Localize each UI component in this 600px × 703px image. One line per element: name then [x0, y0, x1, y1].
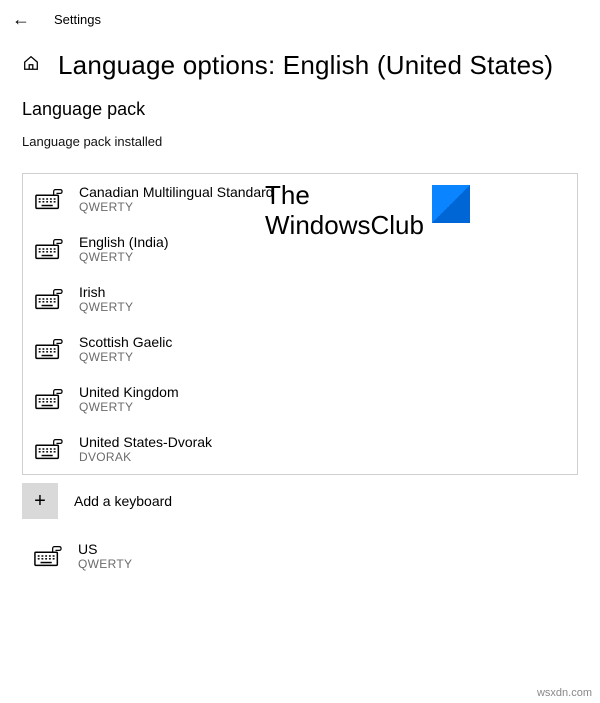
keyboard-layout: QWERTY [79, 250, 169, 264]
keyboard-name: Canadian Multilingual Standard [79, 184, 274, 200]
section-status: Language pack installed [22, 134, 578, 149]
keyboard-item[interactable]: IrishQWERTY [23, 274, 577, 324]
keyboard-layout: QWERTY [78, 557, 132, 571]
keyboard-icon [34, 545, 62, 567]
keyboard-layout: DVORAK [79, 450, 212, 464]
keyboard-item-texts: Scottish GaelicQWERTY [79, 334, 172, 364]
keyboard-layout: QWERTY [79, 200, 274, 214]
add-keyboard-label: Add a keyboard [74, 493, 172, 509]
keyboard-name: Irish [79, 284, 133, 300]
attribution-text: wsxdn.com [537, 687, 592, 699]
keyboard-item-texts: IrishQWERTY [79, 284, 133, 314]
keyboard-item[interactable]: English (India)QWERTY [23, 224, 577, 274]
keyboard-item[interactable]: Scottish GaelicQWERTY [23, 324, 577, 374]
keyboard-icon [35, 188, 63, 210]
keyboard-layout: QWERTY [79, 400, 179, 414]
keyboard-item-texts: United States-DvorakDVORAK [79, 434, 212, 464]
top-bar: ← Settings [0, 0, 600, 36]
keyboard-icon [35, 388, 63, 410]
extra-keyboard-item[interactable]: US QWERTY [22, 521, 578, 581]
keyboard-icon [35, 338, 63, 360]
app-title: Settings [54, 12, 101, 27]
add-keyboard-button[interactable]: + [22, 483, 58, 519]
keyboard-item[interactable]: Canadian Multilingual StandardQWERTY [23, 174, 577, 224]
keyboard-item[interactable]: United KingdomQWERTY [23, 374, 577, 424]
keyboard-icon [35, 238, 63, 260]
home-icon[interactable] [22, 54, 40, 77]
keyboard-name: English (India) [79, 234, 169, 250]
keyboard-item[interactable]: United States-DvorakDVORAK [23, 424, 577, 474]
keyboard-layout: QWERTY [79, 350, 172, 364]
content-area: The WindowsClub Language pack Language p… [0, 89, 600, 581]
keyboard-name: United Kingdom [79, 384, 179, 400]
keyboard-name: United States-Dvorak [79, 434, 212, 450]
keyboard-item-texts: Canadian Multilingual StandardQWERTY [79, 184, 274, 214]
keyboard-item-texts: US QWERTY [78, 541, 132, 571]
back-icon[interactable]: ← [12, 10, 30, 28]
keyboard-name: US [78, 541, 132, 557]
keyboard-name: Scottish Gaelic [79, 334, 172, 350]
keyboard-layout: QWERTY [79, 300, 133, 314]
keyboard-item-texts: United KingdomQWERTY [79, 384, 179, 414]
page-title: Language options: English (United States… [58, 50, 553, 81]
add-keyboard-row[interactable]: + Add a keyboard [22, 481, 578, 521]
keyboard-item-texts: English (India)QWERTY [79, 234, 169, 264]
keyboard-icon [35, 438, 63, 460]
keyboard-icon [35, 288, 63, 310]
section-title: Language pack [22, 99, 578, 120]
keyboard-list: Canadian Multilingual StandardQWERTY Eng… [22, 173, 578, 475]
heading-row: Language options: English (United States… [0, 36, 600, 89]
